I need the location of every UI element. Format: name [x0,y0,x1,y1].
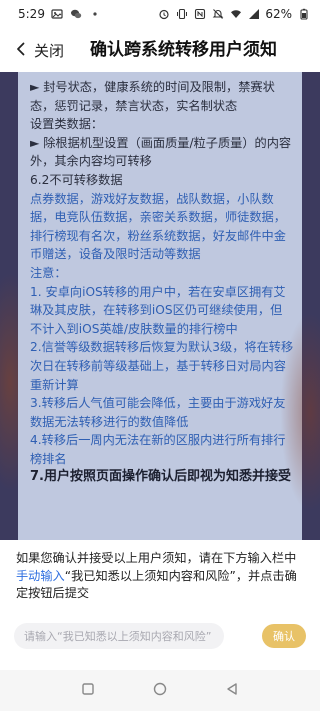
status-bar: 5:29 62% [0,0,320,28]
vibrate-icon [175,8,188,21]
no-transfer-body: 点券数据，游戏好友数据，战队数据，小队数据，电竞队伍数据，亲密关系数据，师徒数据… [30,191,286,262]
settings-body: ► 除根据机型设置（画面质量/粒子质量）的内容外，其余内容均可转移 [30,135,292,169]
page-title: 确认跨系统转移用户须知 [90,40,277,60]
instruction-text-before: 如果您确认并接受以上用户须知，请在下方输入栏中 [16,551,297,565]
recents-icon [81,681,95,700]
alarm-icon [157,8,170,21]
back-button[interactable] [222,681,242,701]
notice-content[interactable]: ► 封号状态，健康系统的时间及限制，禁赛状态，惩罚记录，禁言状态，实名制状态 设… [18,72,302,540]
ban-status-item: ► 封号状态，健康系统的时间及限制，禁赛状态，惩罚记录，禁言状态，实名制状态 [30,80,275,113]
note-item-4: 4.转移后一周内无法在新的区服内进行所有排行榜排名 [30,433,286,466]
status-left: 5:29 [18,7,102,21]
close-button[interactable]: 关闭 [14,28,64,72]
confirm-instruction: 如果您确认并接受以上用户须知，请在下方输入栏中手动输入“我已知悉以上须知内容和风… [16,550,306,603]
no-transfer-heading: 6.2不可转移数据 [30,172,123,187]
status-time: 5:29 [18,7,45,21]
status-right: 62% [157,7,310,21]
confirm-text-input[interactable] [14,623,224,649]
back-icon [225,681,239,700]
system-nav-bar [0,670,320,711]
instruction-quote: “我已知悉以上须知内容和风险” [64,568,236,583]
note-item-1: 1. 安卓向iOS转移的用户中，若在安卓区拥有艾琳及其皮肤，在转移到iOS区仍可… [30,284,286,336]
notice-frame: ► 封号状态，健康系统的时间及限制，禁赛状态，惩罚记录，禁言状态，实名制状态 设… [0,72,320,540]
wifi-icon [229,8,242,21]
dot-icon [89,8,102,21]
title-bar: 关闭 确认跨系统转移用户须知 [0,28,320,72]
section-7-heading: 7.用户按照页面操作确认后即视为知悉并接受 [30,469,291,485]
confirm-button[interactable]: 确认 [262,624,306,648]
manual-input-link: 手动输入 [16,568,65,583]
photo-icon [51,8,64,21]
settings-heading: 设置类数据： [30,117,104,132]
close-label: 关闭 [34,41,65,60]
input-row: 确认 [14,622,306,650]
chevron-left-icon [14,41,28,60]
home-icon [153,681,167,700]
note-item-3: 3.转移后人气值可能会降低，主要由于游戏好友数据无法转移进行的数值降低 [30,396,286,429]
note-heading: 注意： [30,265,67,280]
dnd-icon [211,8,224,21]
note-item-2: 2.信誉等级数据转移后恢复为默认3级，将在转移次日在转移前等级基础上，基于转移日… [30,340,294,392]
wechat-icon [70,8,83,21]
battery-icon [297,8,310,21]
home-button[interactable] [150,681,170,701]
confirm-sheet: 如果您确认并接受以上用户须知，请在下方输入栏中手动输入“我已知悉以上须知内容和风… [0,540,320,670]
recents-button[interactable] [78,681,98,701]
nfc-icon [193,8,206,21]
signal-icon [247,8,260,21]
battery-percent: 62% [265,7,292,21]
